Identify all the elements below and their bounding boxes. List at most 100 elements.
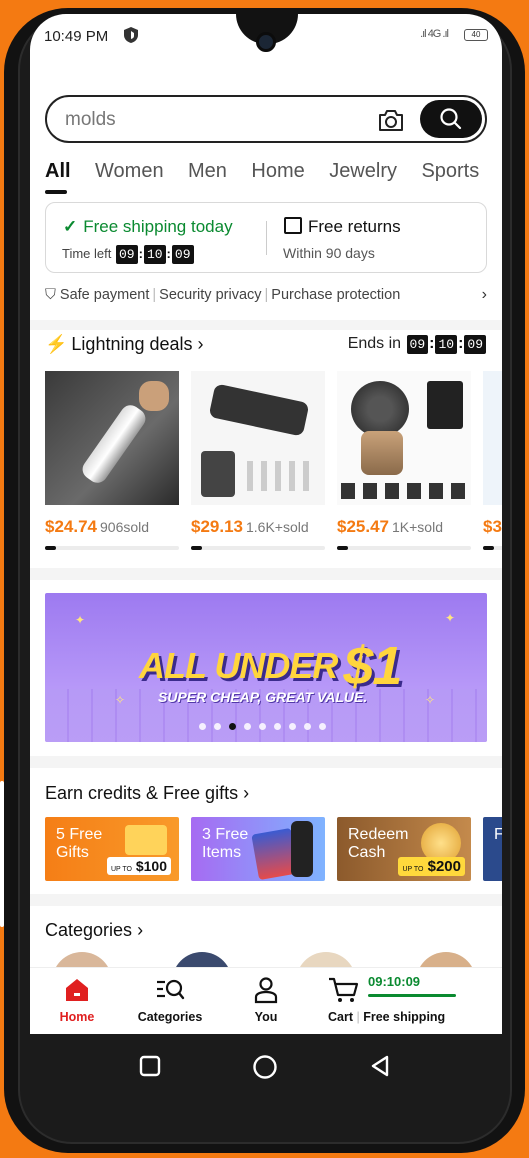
watch-product-icon bbox=[291, 821, 313, 877]
pagination-dot[interactable] bbox=[274, 723, 281, 730]
timer-minutes: 10 bbox=[143, 245, 166, 264]
banner-headline-text: ALL UNDER bbox=[139, 645, 338, 686]
product-image-shaver bbox=[337, 371, 471, 505]
home-button-icon[interactable] bbox=[252, 1054, 278, 1080]
signal-icon: .ıl 4G .ıl bbox=[420, 28, 449, 40]
chevron-right-icon: › bbox=[197, 334, 204, 354]
card-redeem-cash[interactable]: Redeem Cash UP TO $200 bbox=[337, 817, 471, 881]
trust-security-privacy: Security privacy bbox=[159, 287, 262, 303]
deal-item[interactable]: $24.74 906sold bbox=[45, 371, 179, 550]
free-returns-label: Free returns bbox=[284, 217, 401, 237]
earn-credits-label: Earn credits & Free gifts bbox=[45, 783, 239, 803]
confetti-icon: ✦ bbox=[75, 613, 86, 627]
front-camera bbox=[256, 32, 276, 52]
chevron-right-icon[interactable]: › bbox=[482, 286, 487, 304]
pagination-dot[interactable] bbox=[229, 723, 236, 730]
screen-edge-highlight bbox=[0, 781, 4, 927]
pagination-dot[interactable] bbox=[319, 723, 326, 730]
nav-you-label: You bbox=[254, 1010, 278, 1024]
trust-safe-payment: Safe payment bbox=[59, 287, 150, 303]
free-shipping-label: ✓ Free shipping today bbox=[63, 217, 233, 237]
category-tabs: All Women Men Home Jewelry Sports bbox=[45, 160, 502, 200]
deals-countdown: Ends in 09:10:09 bbox=[348, 335, 487, 354]
card-redeem-cash-amount: UP TO $200 bbox=[398, 857, 465, 876]
card-free-gifts-amount: UP TO $100 bbox=[106, 857, 171, 875]
confetti-icon: ✧ bbox=[115, 693, 126, 707]
deal-item[interactable]: $25.47 1K+sold bbox=[337, 371, 471, 550]
free-shipping-text: Free shipping today bbox=[83, 217, 233, 236]
deal-progress-bar bbox=[191, 546, 325, 550]
chevron-right-icon: › bbox=[137, 920, 144, 940]
time-left-label: Time left bbox=[62, 246, 112, 261]
app-screen: 10:49 PM .ıl 4G .ıl 40 molds All Women M… bbox=[30, 14, 502, 1034]
countdown-minutes: 10 bbox=[435, 335, 458, 354]
lightning-icon: ⚡ bbox=[45, 334, 68, 354]
ends-in-label: Ends in bbox=[347, 335, 402, 352]
categories-label: Categories bbox=[45, 920, 133, 940]
tab-men[interactable]: Men bbox=[188, 160, 227, 183]
earn-credits-title[interactable]: Earn credits & Free gifts › bbox=[45, 783, 249, 804]
deal-progress-bar bbox=[337, 546, 471, 550]
status-time: 10:49 PM bbox=[44, 28, 109, 45]
categories-title[interactable]: Categories › bbox=[45, 920, 143, 941]
product-image-vacuum bbox=[45, 371, 179, 505]
deal-price: $25.47 1K+sold bbox=[337, 517, 443, 536]
check-shield-icon: ⛉ bbox=[45, 287, 56, 303]
nav-you[interactable]: You bbox=[248, 976, 284, 1024]
tab-jewelry[interactable]: Jewelry bbox=[329, 160, 397, 183]
nav-categories[interactable]: Categories bbox=[130, 976, 210, 1024]
section-divider bbox=[30, 320, 502, 330]
confetti-icon: ✦ bbox=[445, 611, 456, 625]
card-free-items[interactable]: 3 Free Items bbox=[191, 817, 325, 881]
pagination-dot[interactable] bbox=[289, 723, 296, 730]
network-type: 4G bbox=[427, 28, 442, 40]
bottom-nav: Home Categories You Cart | Free shipping… bbox=[30, 967, 502, 1034]
back-icon[interactable] bbox=[368, 1054, 392, 1078]
tab-home[interactable]: Home bbox=[251, 160, 304, 183]
recents-icon[interactable] bbox=[138, 1054, 162, 1078]
deal-price: $3 bbox=[483, 517, 502, 536]
banner-pagination bbox=[199, 717, 334, 735]
search-input[interactable]: molds bbox=[65, 109, 116, 131]
deal-item[interactable]: $29.13 1.6K+sold bbox=[191, 371, 325, 550]
camera-icon[interactable] bbox=[377, 107, 405, 133]
tab-sports[interactable]: Sports bbox=[421, 160, 479, 183]
pagination-dot[interactable] bbox=[214, 723, 221, 730]
pagination-dot[interactable] bbox=[259, 723, 266, 730]
card-partial[interactable]: F bbox=[483, 817, 502, 881]
deal-price: $29.13 1.6K+sold bbox=[191, 517, 309, 536]
pagination-dot[interactable] bbox=[199, 723, 206, 730]
timer-seconds: 09 bbox=[171, 245, 194, 264]
lightning-deals-label: Lightning deals bbox=[71, 334, 193, 354]
trust-bar[interactable]: ⛉ Safe payment | Security privacy | Purchase… bbox=[45, 286, 487, 304]
lightning-deals-title[interactable]: ⚡ Lightning deals › bbox=[45, 334, 204, 355]
deal-progress-bar bbox=[483, 546, 502, 550]
countdown-seconds: 09 bbox=[464, 335, 486, 354]
shield-icon bbox=[124, 27, 138, 43]
confetti-icon: ✧ bbox=[425, 693, 436, 707]
section-divider bbox=[30, 894, 502, 906]
tab-all[interactable]: All bbox=[45, 160, 71, 194]
deals-carousel[interactable]: $24.74 906sold $29.13 1.6K+sold $25.47 1K+s… bbox=[45, 371, 502, 561]
deal-item[interactable]: $3 bbox=[483, 371, 502, 550]
check-icon: ✓ bbox=[63, 217, 78, 236]
card-partial-label: F bbox=[494, 826, 502, 843]
deal-price: $24.74 906sold bbox=[45, 517, 150, 536]
cart-icon bbox=[329, 977, 359, 1002]
categories-search-icon bbox=[157, 979, 185, 1000]
promo-banner[interactable]: ✦ ✦ ✧ ✧ ALL UNDER $1 SUPER CHEAP, GREAT V… bbox=[45, 593, 487, 742]
gift-icon bbox=[125, 825, 167, 855]
pagination-dot[interactable] bbox=[304, 723, 311, 730]
search-bar[interactable]: molds bbox=[45, 95, 487, 143]
banner-amount: $1 bbox=[343, 636, 402, 696]
nav-home-label: Home bbox=[59, 1010, 95, 1024]
earn-cards[interactable]: 5 Free Gifts UP TO $100 3 Free Items Red… bbox=[45, 817, 502, 881]
shipping-promo-card[interactable]: ✓ Free shipping today Time left 09:10:09 … bbox=[45, 202, 487, 273]
card-free-gifts[interactable]: 5 Free Gifts UP TO $100 bbox=[45, 817, 179, 881]
countdown-hours: 09 bbox=[406, 335, 429, 354]
user-icon bbox=[254, 977, 278, 1004]
pagination-dot[interactable] bbox=[244, 723, 251, 730]
nav-home[interactable]: Home bbox=[52, 976, 102, 1024]
search-button[interactable] bbox=[420, 100, 482, 138]
tab-women[interactable]: Women bbox=[95, 160, 164, 183]
